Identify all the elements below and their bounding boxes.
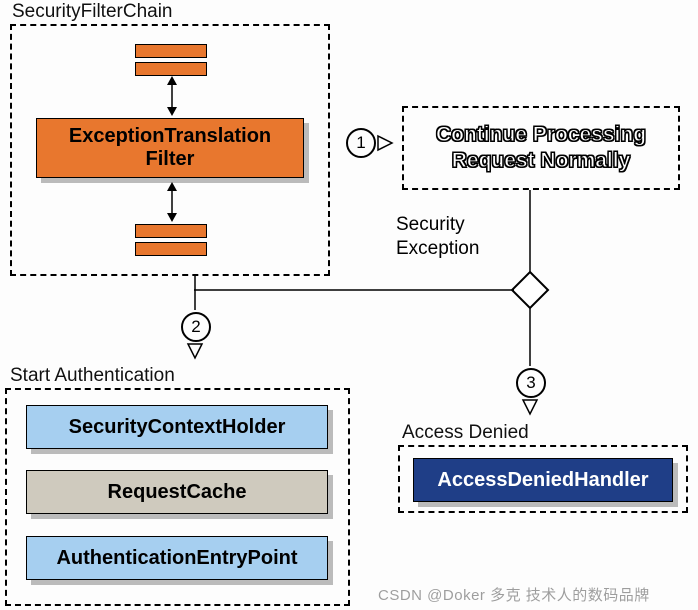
security-context-holder: SecurityContextHolder (26, 405, 328, 449)
access-denied-handler-label: AccessDeniedHandler (437, 469, 648, 492)
step-2-marker: 2 (181, 312, 211, 342)
line-continue-to-diamond (525, 190, 535, 272)
filter-chain-title: SecurityFilterChain (12, 1, 173, 23)
line-to-step2-down (190, 276, 200, 310)
arrow-top-double (166, 76, 178, 116)
continue-text-span: Continue Processing Request Normally (436, 123, 646, 172)
authentication-entry-point-label: AuthenticationEntryPoint (56, 547, 297, 570)
line-diamond-down (525, 308, 535, 366)
exception-translation-filter: ExceptionTranslation Filter (36, 118, 304, 178)
continue-text: Continue Processing Request Normally (402, 122, 680, 175)
filter-bar-bot2 (135, 242, 207, 256)
filter-bar-bot1 (135, 224, 207, 238)
security-exception-label: Security Exception (396, 213, 516, 261)
access-denied-handler: AccessDeniedHandler (413, 458, 673, 502)
decision-diamond (510, 270, 550, 310)
step-1-marker: 1 (346, 128, 376, 158)
filter-bar-top1 (135, 44, 207, 58)
request-cache-label: RequestCache (108, 481, 247, 504)
arrow-to-denied (523, 400, 537, 420)
access-denied-title: Access Denied (402, 422, 529, 444)
filter-box-label: ExceptionTranslation Filter (69, 125, 271, 171)
arrow-to-auth (188, 344, 202, 364)
arrow-to-continue (378, 136, 398, 150)
watermark: CSDN @Doker 多克 技术人的数码品牌 (378, 584, 650, 605)
security-context-holder-label: SecurityContextHolder (69, 416, 286, 439)
arrow-bottom-double (166, 182, 178, 222)
step-3-marker: 3 (516, 368, 546, 398)
line-diamond-left (194, 286, 514, 294)
request-cache: RequestCache (26, 470, 328, 514)
filter-bar-top2 (135, 62, 207, 76)
start-auth-title: Start Authentication (10, 365, 175, 387)
authentication-entry-point: AuthenticationEntryPoint (26, 536, 328, 580)
